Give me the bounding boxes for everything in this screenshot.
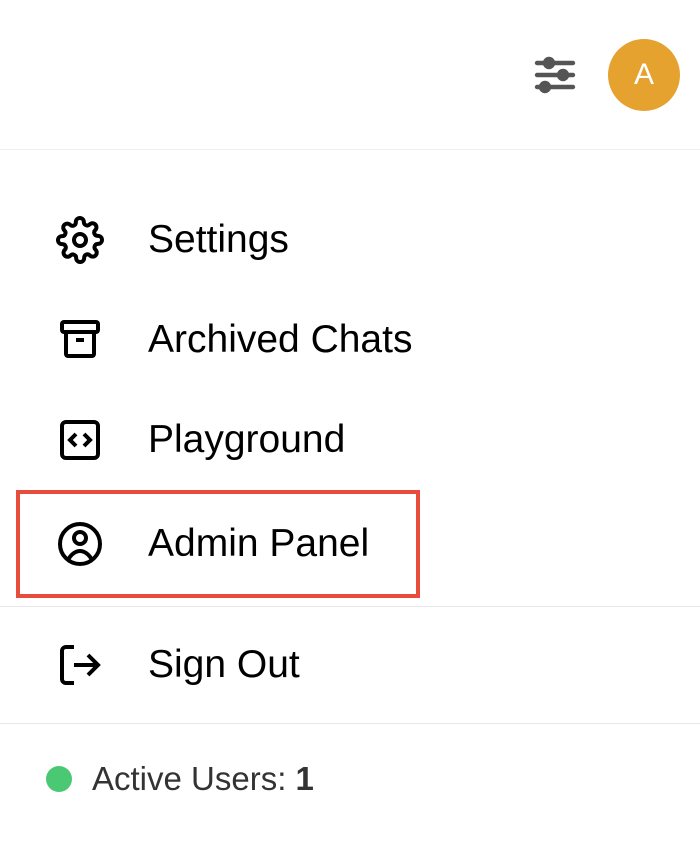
menu-item-label: Admin Panel bbox=[148, 522, 369, 566]
user-circle-icon bbox=[56, 520, 104, 568]
header: A bbox=[0, 0, 700, 150]
menu-item-label: Sign Out bbox=[148, 643, 300, 687]
menu: Settings Archived Chats Playground bbox=[0, 150, 700, 798]
status-count: 1 bbox=[296, 760, 314, 797]
menu-item-playground[interactable]: Playground bbox=[0, 390, 700, 490]
avatar[interactable]: A bbox=[608, 39, 680, 111]
gear-icon bbox=[56, 216, 104, 264]
archive-icon bbox=[56, 316, 104, 364]
menu-item-sign-out[interactable]: Sign Out bbox=[0, 615, 700, 715]
menu-item-label: Settings bbox=[148, 218, 289, 262]
menu-item-settings[interactable]: Settings bbox=[0, 190, 700, 290]
divider bbox=[0, 606, 700, 607]
divider bbox=[0, 723, 700, 724]
status-text: Active Users: 1 bbox=[92, 760, 314, 798]
status-dot-icon bbox=[46, 766, 72, 792]
sign-out-icon bbox=[56, 641, 104, 689]
menu-item-label: Archived Chats bbox=[148, 318, 412, 362]
sliders-icon[interactable] bbox=[530, 50, 580, 100]
menu-item-label: Playground bbox=[148, 418, 345, 462]
menu-item-admin-panel[interactable]: Admin Panel bbox=[16, 490, 420, 598]
avatar-initial: A bbox=[634, 58, 654, 92]
menu-item-archived-chats[interactable]: Archived Chats bbox=[0, 290, 700, 390]
status-bar: Active Users: 1 bbox=[0, 732, 700, 798]
code-icon bbox=[56, 416, 104, 464]
status-label: Active Users: bbox=[92, 760, 296, 797]
